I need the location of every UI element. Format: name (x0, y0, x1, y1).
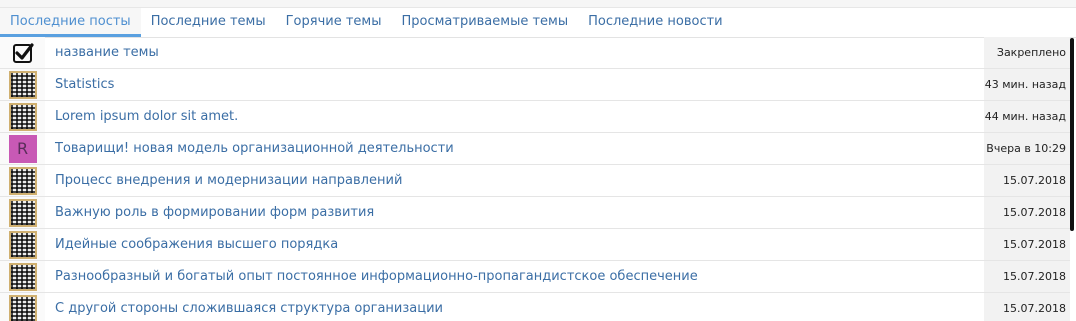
topic-title-link[interactable]: С другой стороны сложившаяся структура о… (45, 301, 984, 316)
topic-title-link[interactable]: Идейные соображения высшего порядка (45, 237, 984, 252)
avatar[interactable]: R (8, 134, 37, 163)
list-item: Разнообразный и богатый опыт постоянное … (0, 261, 1070, 293)
avatar[interactable] (8, 102, 37, 131)
topic-list: название темы Закреплено Statistics 43 м… (0, 37, 1070, 321)
avatar-cell (0, 69, 45, 100)
avatar-cell: R (0, 133, 45, 164)
list-item: Statistics 43 мин. назад (0, 69, 1070, 101)
tab-latest-news[interactable]: Последние новости (578, 8, 733, 37)
topic-meta: 15.07.2018 (984, 229, 1070, 260)
avatar-cell (0, 293, 45, 321)
list-item: Идейные соображения высшего порядка 15.0… (0, 229, 1070, 261)
topic-meta: 15.07.2018 (984, 197, 1070, 228)
topic-meta: 43 мин. назад (984, 69, 1070, 100)
topic-meta: 44 мин. назад (984, 101, 1070, 132)
avatar[interactable] (8, 166, 37, 195)
avatar[interactable] (8, 198, 37, 227)
checkbox-checked-icon (9, 39, 37, 67)
avatar[interactable] (8, 70, 37, 99)
topic-meta: 15.07.2018 (984, 293, 1070, 321)
avatar-cell (0, 101, 45, 132)
tab-latest-topics[interactable]: Последние темы (141, 8, 276, 37)
avatar-cell (0, 165, 45, 196)
avatar[interactable] (8, 262, 37, 291)
list-item: R Товарищи! новая модель организационной… (0, 133, 1070, 165)
tab-viewed-topics[interactable]: Просматриваемые темы (391, 8, 578, 37)
scrollbar[interactable] (1070, 38, 1074, 231)
tab-latest-posts[interactable]: Последние посты (0, 8, 141, 37)
tab-hot-topics[interactable]: Горячие темы (276, 8, 392, 37)
avatar-cell (0, 37, 45, 68)
avatar-cell (0, 229, 45, 260)
topic-title-link[interactable]: название темы (45, 45, 984, 60)
avatar[interactable] (8, 294, 37, 321)
list-item: Важную роль в формировании форм развития… (0, 197, 1070, 229)
avatar-cell (0, 197, 45, 228)
list-item: название темы Закреплено (0, 37, 1070, 69)
avatar[interactable] (8, 230, 37, 259)
topic-title-link[interactable]: Разнообразный и богатый опыт постоянное … (45, 269, 984, 284)
topic-title-link[interactable]: Важную роль в формировании форм развития (45, 205, 984, 220)
list-item: С другой стороны сложившаяся структура о… (0, 293, 1070, 321)
topic-meta: 15.07.2018 (984, 165, 1070, 196)
list-item: Процесс внедрения и модернизации направл… (0, 165, 1070, 197)
topic-title-link[interactable]: Товарищи! новая модель организационной д… (45, 141, 984, 156)
top-bar (0, 0, 1076, 8)
avatar-cell (0, 261, 45, 292)
topic-title-link[interactable]: Lorem ipsum dolor sit amet. (45, 109, 984, 124)
topic-meta: Вчера в 10:29 (984, 133, 1070, 164)
tab-bar: Последние посты Последние темы Горячие т… (0, 8, 1076, 38)
topic-meta: 15.07.2018 (984, 261, 1070, 292)
topic-title-link[interactable]: Процесс внедрения и модернизации направл… (45, 173, 984, 188)
list-item: Lorem ipsum dolor sit amet. 44 мин. наза… (0, 101, 1070, 133)
topic-title-link[interactable]: Statistics (45, 77, 984, 92)
topic-meta: Закреплено (984, 37, 1070, 68)
